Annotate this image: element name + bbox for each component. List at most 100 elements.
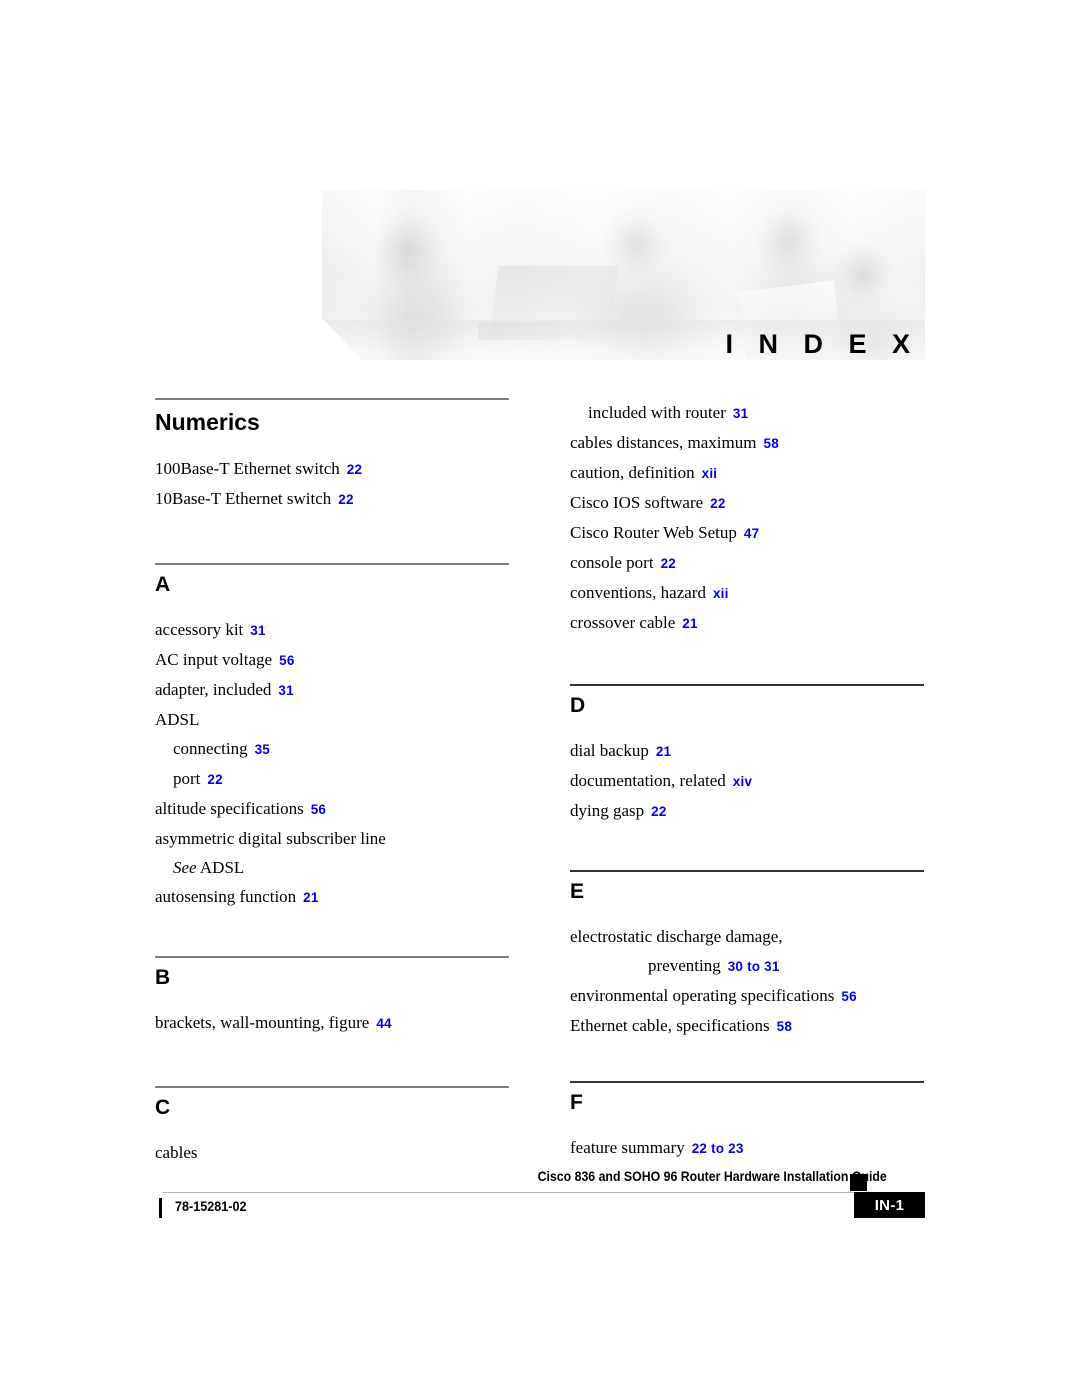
entry-page-number[interactable]: xii <box>702 466 718 481</box>
entry-page-number[interactable]: 58 <box>777 1019 792 1034</box>
section-heading-e: E <box>570 880 585 903</box>
entry-page-number[interactable]: 21 <box>682 616 697 631</box>
entry-text: crossover cable <box>570 613 676 632</box>
index-entry[interactable]: brackets, wall-mounting, figure 44 <box>155 1008 509 1038</box>
index-entry[interactable]: autosensing function 21 <box>155 882 509 912</box>
entry-page-number[interactable]: 30 to 31 <box>728 959 780 974</box>
index-entry[interactable]: environmental operating specifications 56 <box>570 981 924 1011</box>
footer-page-number-tab: IN-1 <box>854 1192 925 1218</box>
section-rule <box>570 1081 924 1083</box>
index-title: I N D E X <box>725 329 919 359</box>
entry-text: Cisco IOS software <box>570 493 704 512</box>
index-entry[interactable]: cables distances, maximum 58 <box>570 428 924 458</box>
index-entry[interactable]: included with router 31 <box>570 398 924 428</box>
entry-page-number[interactable]: 56 <box>311 802 326 817</box>
index-entry[interactable]: accessory kit 31 <box>155 615 509 645</box>
entry-list: electrostatic discharge damage, preventi… <box>570 922 924 1041</box>
entry-page-number[interactable]: xiv <box>733 774 752 789</box>
entry-page-number[interactable]: 22 <box>347 462 362 477</box>
entry-list: included with router 31 cables distances,… <box>570 398 924 638</box>
entry-list: accessory kit 31 AC input voltage 56 adapt… <box>155 615 509 912</box>
index-entry[interactable]: connecting 35 <box>155 734 509 764</box>
entry-page-number[interactable]: 56 <box>279 653 294 668</box>
footer-document-number: 78-15281-02 <box>175 1198 247 1214</box>
index-entry[interactable]: caution, definition xii <box>570 458 924 488</box>
entry-list: brackets, wall-mounting, figure 44 <box>155 1008 509 1038</box>
index-column-right: included with router 31 cables distances,… <box>570 398 924 1163</box>
section-rule <box>155 563 509 565</box>
entry-page-number[interactable]: 31 <box>250 623 265 638</box>
section-rule <box>570 684 924 686</box>
section-heading-d: D <box>570 694 586 717</box>
entry-page-number[interactable]: 56 <box>841 989 856 1004</box>
entry-list: cables <box>155 1138 509 1167</box>
index-entry[interactable]: AC input voltage 56 <box>155 645 509 675</box>
index-entry[interactable]: altitude specifications 56 <box>155 794 509 824</box>
entry-text: Ethernet cable, specifications <box>570 1016 770 1035</box>
index-entry[interactable]: console port 22 <box>570 548 924 578</box>
entry-text: dial backup <box>570 741 649 760</box>
entry-page-number[interactable]: 44 <box>376 1016 391 1031</box>
section-rule <box>155 1086 509 1088</box>
entry-text: ADSL <box>155 710 200 729</box>
index-entry[interactable]: feature summary 22 to 23 <box>570 1133 924 1163</box>
footer-divider <box>163 1192 903 1193</box>
section-rule <box>155 398 509 400</box>
entry-text: brackets, wall-mounting, figure <box>155 1013 370 1032</box>
index-entry: asymmetric digital subscriber line <box>155 824 509 853</box>
index-entry: ADSL <box>155 705 509 734</box>
section-heading-numerics: Numerics <box>155 409 260 435</box>
entry-text: documentation, related <box>570 771 726 790</box>
entry-text: autosensing function <box>155 887 297 906</box>
index-cross-reference[interactable]: See ADSL <box>155 853 509 882</box>
footer-tick-marker <box>159 1198 162 1218</box>
entry-page-number[interactable]: xii <box>713 586 729 601</box>
entry-text: environmental operating specifications <box>570 986 835 1005</box>
index-entry[interactable]: Cisco IOS software 22 <box>570 488 924 518</box>
entry-text: AC input voltage <box>155 650 273 669</box>
entry-page-number[interactable]: 21 <box>656 744 671 759</box>
index-entry[interactable]: conventions, hazard xii <box>570 578 924 608</box>
page-footer: Cisco 836 and SOHO 96 Router Hardware In… <box>155 1168 925 1228</box>
entry-text: asymmetric digital subscriber line <box>155 829 386 848</box>
section-rule <box>570 870 924 872</box>
entry-page-number[interactable]: 22 <box>338 492 353 507</box>
entry-list: feature summary 22 to 23 <box>570 1133 924 1163</box>
entry-list: dial backup 21 documentation, related xiv … <box>570 736 924 826</box>
index-entry[interactable]: port 22 <box>155 764 509 794</box>
entry-page-number[interactable]: 47 <box>744 526 759 541</box>
entry-text: dying gasp <box>570 801 645 820</box>
entry-page-number[interactable]: 22 to 23 <box>692 1141 744 1156</box>
index-entry[interactable]: Cisco Router Web Setup 47 <box>570 518 924 548</box>
index-entry[interactable]: documentation, related xiv <box>570 766 924 796</box>
entry-page-number[interactable]: 22 <box>710 496 725 511</box>
index-entry[interactable]: adapter, included 31 <box>155 675 509 705</box>
entry-text: included with router <box>588 403 726 422</box>
index-section-d: D dial backup 21 documentation, related xi… <box>570 684 924 870</box>
index-entry[interactable]: dying gasp 22 <box>570 796 924 826</box>
entry-page-number[interactable]: 58 <box>763 436 778 451</box>
entry-text: connecting <box>173 739 248 758</box>
section-rule <box>155 956 509 958</box>
index-section-a: A accessory kit 31 AC input voltage 56 ada… <box>155 563 509 956</box>
entry-page-number[interactable]: 35 <box>255 742 270 757</box>
index-entry[interactable]: preventing 30 to 31 <box>570 951 924 981</box>
entry-page-number[interactable]: 22 <box>207 772 222 787</box>
index-header-banner: I N D E X <box>322 190 925 360</box>
index-entry[interactable]: 100Base-T Ethernet switch 22 <box>155 454 509 484</box>
entry-page-number[interactable]: 21 <box>303 890 318 905</box>
entry-page-number[interactable]: 22 <box>651 804 666 819</box>
entry-page-number[interactable]: 22 <box>661 556 676 571</box>
index-entry[interactable]: dial backup 21 <box>570 736 924 766</box>
index-entry[interactable]: 10Base-T Ethernet switch 22 <box>155 484 509 514</box>
index-entry[interactable]: crossover cable 21 <box>570 608 924 638</box>
entry-page-number[interactable]: 31 <box>278 683 293 698</box>
entry-text: port <box>173 769 201 788</box>
index-entry[interactable]: Ethernet cable, specifications 58 <box>570 1011 924 1041</box>
entry-page-number[interactable]: 31 <box>733 406 748 421</box>
entry-text: cables distances, maximum <box>570 433 757 452</box>
index-section-numerics: Numerics 100Base-T Ethernet switch 22 10B… <box>155 398 509 563</box>
